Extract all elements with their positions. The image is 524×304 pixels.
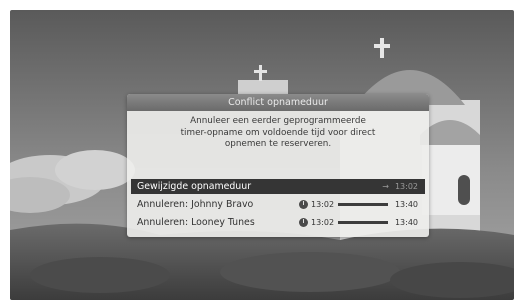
start-time: 13:02 bbox=[311, 200, 335, 209]
duration-bar bbox=[338, 221, 388, 224]
dialog-message: Annuleer een eerder geprogrammeerde time… bbox=[135, 116, 421, 151]
message-line: Annuleer een eerder geprogrammeerde bbox=[190, 116, 366, 126]
dialog-title: Conflict opnameduur bbox=[127, 94, 429, 111]
end-time: 13:02 bbox=[394, 182, 418, 191]
end-time: 13:40 bbox=[394, 200, 418, 209]
option-cancel-johnny-bravo[interactable]: Annuleren: Johnny Bravo 13:02 13:40 bbox=[131, 197, 425, 212]
start-time: 13:02 bbox=[311, 218, 335, 227]
option-label: Annuleren: Johnny Bravo bbox=[137, 199, 254, 210]
option-label: Gewijzigde opnameduur bbox=[137, 181, 252, 192]
message-line: timer-opname om voldoende tijd voor dire… bbox=[180, 127, 376, 138]
end-time: 13:40 bbox=[394, 218, 418, 227]
tv-screen: Conflict opnameduur Annuleer een eerder … bbox=[10, 10, 514, 300]
clock-icon bbox=[299, 200, 308, 209]
arrow-right-icon: → bbox=[382, 182, 389, 191]
option-cancel-looney-tunes[interactable]: Annuleren: Looney Tunes 13:02 13:40 bbox=[131, 215, 425, 230]
option-label: Annuleren: Looney Tunes bbox=[137, 217, 255, 228]
option-changed-duration[interactable]: Gewijzigde opnameduur → 13:02 bbox=[131, 179, 425, 194]
duration-bar bbox=[338, 203, 388, 206]
clock-icon bbox=[299, 218, 308, 227]
conflict-dialog: Conflict opnameduur Annuleer een eerder … bbox=[127, 94, 429, 237]
message-line: opnemen te reserveren. bbox=[224, 139, 332, 149]
